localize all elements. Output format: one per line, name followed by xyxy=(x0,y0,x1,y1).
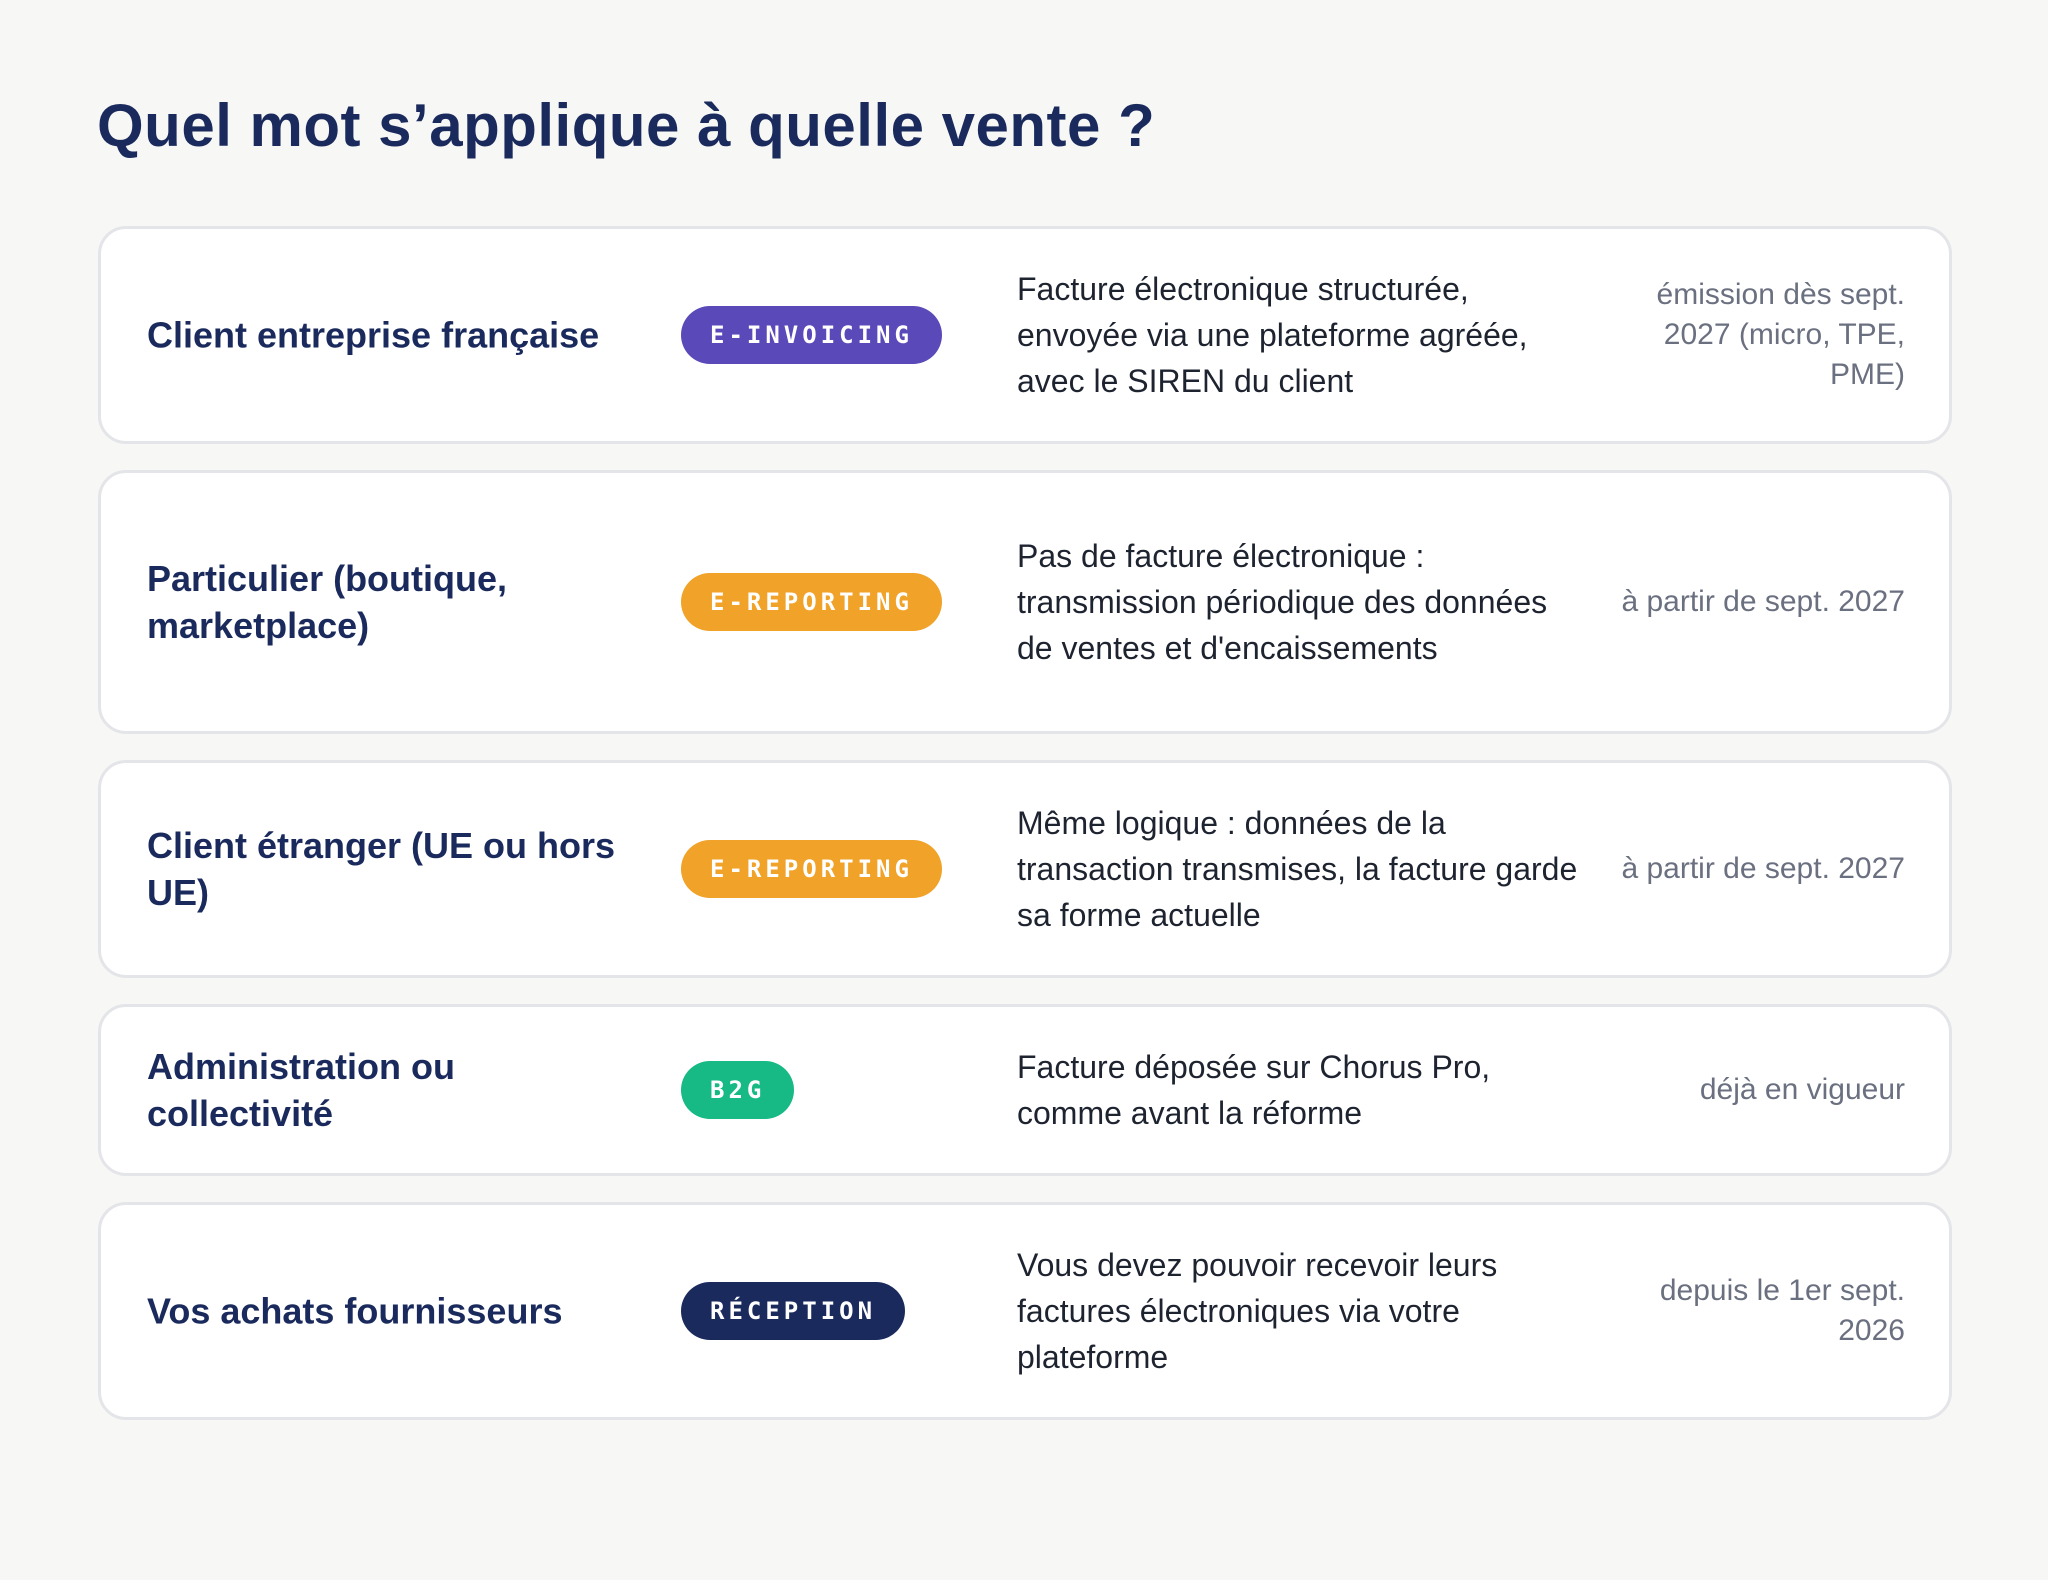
row-date: à partir de sept. 2027 xyxy=(1621,585,1905,618)
sale-types-list: Client entreprise française E-INVOICING … xyxy=(98,226,1952,1446)
row-label: Client entreprise française xyxy=(147,314,600,356)
row-label: Administration ou collectivité xyxy=(147,1046,455,1134)
row-description: Vous devez pouvoir recevoir leurs factur… xyxy=(1017,1247,1498,1375)
row-label: Client étranger (UE ou hors UE) xyxy=(147,825,616,913)
row-description: Même logique : données de la transaction… xyxy=(1017,805,1578,933)
row-label: Vos achats fournisseurs xyxy=(147,1290,563,1332)
row-date: depuis le 1er sept. 2026 xyxy=(1659,1274,1905,1347)
badge-e-reporting: E-REPORTING xyxy=(681,840,942,898)
row-date: émission dès sept. 2027 (micro, TPE, PME… xyxy=(1656,278,1905,391)
badge-e-reporting: E-REPORTING xyxy=(681,573,942,631)
row-client-entreprise: Client entreprise française E-INVOICING … xyxy=(98,226,1952,444)
row-achats-fournisseurs: Vos achats fournisseurs RÉCEPTION Vous d… xyxy=(98,1202,1952,1420)
badge-reception: RÉCEPTION xyxy=(681,1282,906,1340)
row-client-etranger: Client étranger (UE ou hors UE) E-REPORT… xyxy=(98,760,1952,978)
badge-e-invoicing: E-INVOICING xyxy=(681,306,942,364)
row-administration: Administration ou collectivité B2G Factu… xyxy=(98,1004,1952,1176)
row-date: à partir de sept. 2027 xyxy=(1621,852,1905,885)
row-particulier: Particulier (boutique, marketplace) E-RE… xyxy=(98,470,1952,734)
badge-b2g: B2G xyxy=(681,1061,795,1119)
row-description: Pas de facture électronique : transmissi… xyxy=(1017,538,1548,666)
row-date: déjà en vigueur xyxy=(1699,1073,1905,1106)
row-description: Facture électronique structurée, envoyée… xyxy=(1017,271,1528,399)
row-description: Facture déposée sur Chorus Pro, comme av… xyxy=(1017,1049,1491,1131)
page-title: Quel mot s’applique à quelle vente ? xyxy=(97,92,1156,159)
row-label: Particulier (boutique, marketplace) xyxy=(147,558,508,646)
